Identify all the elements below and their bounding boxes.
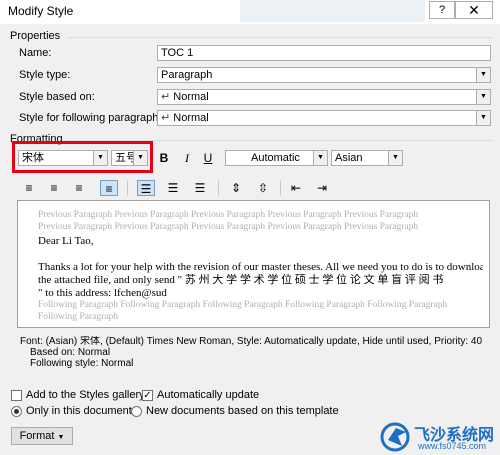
based-on-select[interactable]: ↵ Normal ▼ — [157, 89, 491, 105]
style-type-select[interactable]: Paragraph ▼ — [157, 67, 491, 83]
close-button[interactable]: ✕ — [455, 1, 493, 19]
preview-body-line: " to this address: lfchen@sud — [38, 287, 167, 299]
align-left-icon[interactable]: ≡ — [20, 180, 38, 196]
add-to-gallery-label: Add to the Styles gallery — [26, 389, 145, 401]
toolbar-separator — [218, 180, 219, 196]
bold-button[interactable]: B — [155, 150, 173, 166]
increase-indent-icon[interactable]: ⇥ — [313, 180, 331, 196]
font-color-select[interactable]: Automatic ▼ — [225, 150, 328, 166]
only-this-document-radio[interactable] — [11, 406, 22, 417]
style-description: Font: (Asian) 宋体, (Default) Times New Ro… — [20, 336, 483, 347]
preview-body-line: Thanks a lot for your help with the revi… — [38, 261, 483, 273]
script-select[interactable]: Asian ▼ — [331, 150, 403, 166]
toolbar-separator — [127, 180, 128, 196]
auto-update-label: Automatically update — [157, 389, 260, 401]
align-center-icon[interactable]: ≡ — [45, 180, 63, 196]
decrease-spacing-icon[interactable]: ⇳ — [254, 180, 272, 196]
font-color-value: Automatic — [251, 152, 300, 164]
underline-button[interactable]: U — [199, 150, 217, 166]
based-on-value: Normal — [173, 91, 209, 103]
only-this-document-label: Only in this document — [26, 405, 132, 417]
italic-button[interactable]: I — [178, 150, 196, 166]
style-description-based-on: Based on: Normal — [30, 347, 111, 358]
align-right-icon[interactable]: ≡ — [70, 180, 88, 196]
one-half-spacing-icon[interactable]: ☰ — [164, 180, 182, 196]
script-value: Asian — [335, 152, 363, 164]
chevron-down-icon[interactable]: ▼ — [388, 151, 402, 165]
highlight-box — [12, 141, 153, 173]
style-preview: Previous Paragraph Previous Paragraph Pr… — [17, 200, 490, 328]
help-button[interactable]: ? — [429, 1, 455, 19]
based-on-label: Style based on: — [19, 91, 95, 103]
watermark-logo — [380, 422, 414, 455]
following-paragraph-text: Following Paragraph — [38, 312, 118, 322]
style-type-value: Paragraph — [161, 69, 213, 81]
auto-update-checkbox[interactable]: ✓ — [142, 390, 153, 401]
format-button[interactable]: Format ▼ — [11, 427, 73, 445]
watermark-url: www.fs0745.com — [418, 441, 487, 451]
paragraph-return-icon: ↵ — [161, 112, 174, 124]
following-select[interactable]: ↵ Normal ▼ — [157, 110, 491, 126]
justify-icon[interactable]: ≡ — [100, 180, 118, 196]
paragraph-return-icon: ↵ — [161, 91, 174, 103]
previous-paragraph-text: Previous Paragraph Previous Paragraph Pr… — [38, 222, 419, 232]
single-spacing-icon[interactable]: ☰ — [137, 180, 155, 196]
properties-group-label: Properties — [10, 30, 61, 42]
chevron-down-icon[interactable]: ▼ — [476, 68, 490, 82]
dropdown-arrow-icon: ▼ — [57, 434, 65, 441]
background-window-strip — [240, 0, 425, 22]
following-paragraph-text: Following Paragraph Following Paragraph … — [38, 300, 448, 310]
increase-spacing-icon[interactable]: ⇕ — [227, 180, 245, 196]
chevron-down-icon[interactable]: ▼ — [313, 151, 327, 165]
style-type-label: Style type: — [19, 69, 71, 81]
new-documents-label: New documents based on this template — [146, 405, 339, 417]
watermark-icon — [380, 422, 410, 452]
add-to-gallery-checkbox[interactable] — [11, 390, 22, 401]
toolbar-separator — [280, 180, 281, 196]
format-button-label: Format — [19, 430, 55, 442]
decrease-indent-icon[interactable]: ⇤ — [287, 180, 305, 196]
chevron-down-icon[interactable]: ▼ — [476, 90, 490, 104]
double-spacing-icon[interactable]: ☰ — [191, 180, 209, 196]
style-description-following: Following style: Normal — [30, 358, 134, 369]
name-field[interactable]: TOC 1 — [157, 45, 491, 61]
chevron-down-icon[interactable]: ▼ — [476, 111, 490, 125]
preview-greeting: Dear Li Tao, — [38, 235, 94, 247]
previous-paragraph-text: Previous Paragraph Previous Paragraph Pr… — [38, 210, 419, 220]
properties-divider — [68, 37, 492, 38]
preview-body-line: the attached file, and only send " 苏 州 大… — [38, 274, 444, 286]
following-value: Normal — [173, 112, 209, 124]
new-documents-radio[interactable] — [131, 406, 142, 417]
dialog-title: Modify Style — [8, 4, 74, 18]
following-label: Style for following paragraph: — [19, 112, 162, 124]
name-label: Name: — [19, 47, 52, 59]
